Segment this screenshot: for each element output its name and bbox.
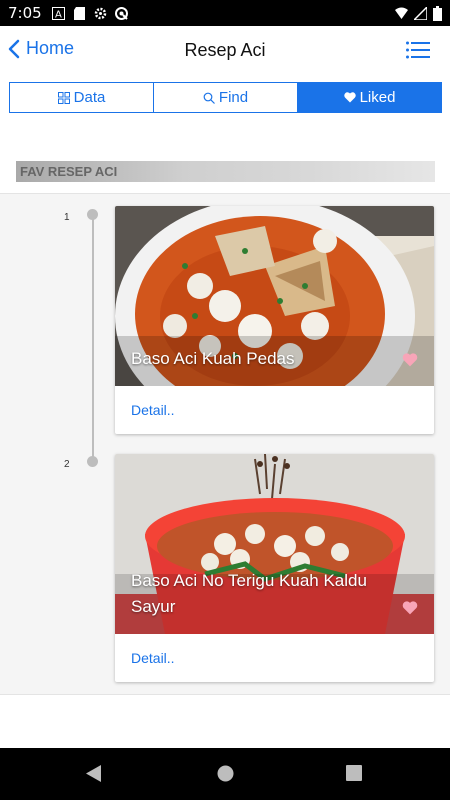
detail-link[interactable]: Detail.. xyxy=(131,650,175,666)
recipe-title: Baso Aci Kuah Pedas xyxy=(131,349,295,368)
card-footer: Detail.. xyxy=(115,634,434,682)
back-label: Home xyxy=(26,38,75,58)
recipe-card[interactable]: Baso Aci Kuah Pedas Detail.. xyxy=(115,206,434,434)
chevron-left-icon xyxy=(8,39,20,58)
like-button[interactable] xyxy=(402,353,418,372)
recipe-title: Baso Aci No Terigu Kuah Kaldu Sayur xyxy=(131,571,367,616)
tab-liked-label: Liked xyxy=(359,89,396,106)
battery-icon xyxy=(433,5,442,21)
tab-find[interactable]: Find xyxy=(154,83,298,112)
card-footer: Detail.. xyxy=(115,386,434,434)
heart-icon xyxy=(343,92,356,103)
timeline-dot xyxy=(87,209,98,220)
timeline-line xyxy=(92,216,94,462)
vpn-icon xyxy=(114,6,128,20)
signal-icon xyxy=(414,6,427,20)
status-bar: 7:05 A xyxy=(0,0,450,26)
svg-text:A: A xyxy=(55,9,62,20)
a-badge-icon: A xyxy=(51,6,65,20)
circle-home-icon xyxy=(217,765,234,782)
nav-back-button[interactable] xyxy=(86,765,102,787)
wifi-icon xyxy=(395,7,408,19)
item-number: 2 xyxy=(64,459,70,470)
list-menu-icon xyxy=(406,41,430,59)
item-number: 1 xyxy=(64,212,70,223)
recipe-image: Baso Aci No Terigu Kuah Kaldu Sayur xyxy=(115,454,434,634)
recipe-card[interactable]: Baso Aci No Terigu Kuah Kaldu Sayur Deta… xyxy=(115,454,434,682)
tab-data-label: Data xyxy=(73,89,106,106)
recipe-image: Baso Aci Kuah Pedas xyxy=(115,206,434,386)
timeline-dot xyxy=(87,456,98,467)
tab-data[interactable]: Data xyxy=(10,83,154,112)
triangle-back-icon xyxy=(86,765,101,782)
nav-home-button[interactable] xyxy=(217,765,234,787)
nav-recents-button[interactable] xyxy=(346,765,362,786)
heart-icon xyxy=(402,601,418,615)
square-recents-icon xyxy=(346,765,362,781)
tab-find-label: Find xyxy=(218,89,249,106)
like-button[interactable] xyxy=(402,601,418,620)
status-time: 7:05 xyxy=(8,4,42,22)
app-header: Home Resep Aci xyxy=(0,26,450,74)
menu-button[interactable] xyxy=(406,41,430,64)
system-nav-bar xyxy=(0,748,450,800)
tab-liked[interactable]: Liked xyxy=(298,83,441,112)
section-header: FAV RESEP ACI xyxy=(16,161,435,182)
detail-link[interactable]: Detail.. xyxy=(131,402,175,418)
search-icon xyxy=(203,92,215,104)
settings-icon xyxy=(94,7,106,19)
sd-card-icon xyxy=(73,6,85,20)
grid-icon xyxy=(57,91,70,104)
segmented-tabs: Data Find Liked xyxy=(9,82,442,113)
heart-icon xyxy=(402,353,418,367)
back-button[interactable]: Home xyxy=(8,38,74,59)
